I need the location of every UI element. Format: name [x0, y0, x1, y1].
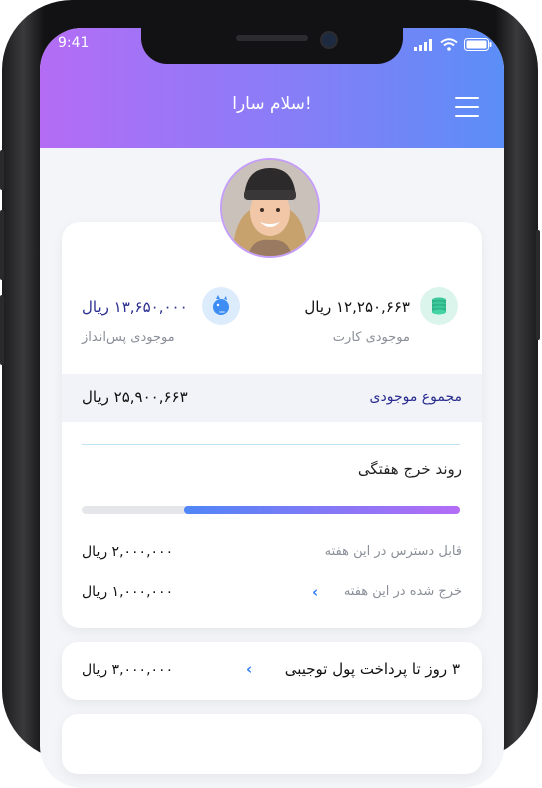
battery-icon [464, 38, 492, 51]
front-camera [320, 31, 338, 49]
power-button [536, 230, 540, 340]
status-icons [414, 38, 492, 51]
savings-balance-label: موجودی پس‌انداز [82, 330, 175, 345]
available-amount: ۲,۰۰۰,۰۰۰ ریال [82, 544, 174, 560]
mute-switch [0, 150, 4, 190]
chevron-left-icon: ‹ [246, 660, 253, 678]
weekly-progress-bar [82, 506, 460, 514]
balance-card: ۱۲,۲۵۰,۶۶۳ ریال موجودی کارت ۱۳,۶۵۰,۰۰۰ ر… [62, 222, 482, 628]
coins-icon [420, 287, 458, 325]
volume-up-button [0, 210, 4, 280]
total-balance-amount: ۲۵,۹۰۰,۶۶۳ ریال [82, 388, 188, 406]
weekly-progress-fill [184, 506, 460, 514]
spent-amount: ۱,۰۰۰,۰۰۰ ریال [82, 584, 174, 600]
allowance-label: ۳ روز تا پرداخت پول توجیبی [284, 660, 460, 678]
volume-down-button [0, 295, 4, 365]
signal-icon [414, 39, 432, 51]
weekly-trend-title: روند خرج هفتگی [357, 460, 462, 478]
avatar[interactable] [220, 158, 320, 258]
spent-label[interactable]: خرج شده در این هفته [344, 584, 462, 599]
available-label: قابل دسترس در این هفته [324, 544, 462, 559]
speaker [236, 35, 308, 41]
chevron-left-icon[interactable]: ‹ [312, 583, 318, 601]
total-balance-row: مجموع موجودی ۲۵,۹۰۰,۶۶۳ ریال [62, 374, 482, 422]
status-time: 9:41 [58, 35, 90, 51]
screen: 9:41 سلام سارا! ۱۲,۲۵۰,۶۶۳ ریال موجودی ک… [40, 28, 504, 788]
allowance-amount: ۳,۰۰۰,۰۰۰ ریال [82, 662, 174, 678]
allowance-card[interactable]: ۳ روز تا پرداخت پول توجیبی ‹ ۳,۰۰۰,۰۰۰ ر… [62, 642, 482, 700]
phone-frame: 9:41 سلام سارا! ۱۲,۲۵۰,۶۶۳ ریال موجودی ک… [0, 0, 540, 788]
total-balance-label: مجموع موجودی [369, 389, 462, 405]
savings-balance-amount: ۱۳,۶۵۰,۰۰۰ ریال [82, 298, 188, 316]
card-balance-amount: ۱۲,۲۵۰,۶۶۳ ریال [304, 298, 410, 316]
notch [141, 28, 403, 64]
page-title: سلام سارا! [232, 94, 312, 114]
next-card[interactable] [62, 714, 482, 774]
card-balance-label: موجودی کارت [332, 330, 410, 345]
wifi-icon [440, 38, 458, 51]
piggy-bank-icon [202, 287, 240, 325]
menu-button[interactable] [455, 97, 479, 117]
divider [82, 444, 460, 445]
